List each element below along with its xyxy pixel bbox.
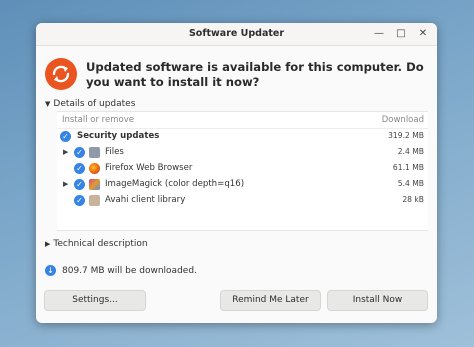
details-expander[interactable]: ▼ Details of updates: [45, 99, 135, 109]
minimize-icon[interactable]: —: [373, 28, 385, 40]
item-label: Files: [105, 147, 124, 157]
item-label: Avahi client library: [105, 195, 186, 205]
column-install: Install or remove: [62, 115, 134, 125]
technical-expander[interactable]: ▶ Technical description: [45, 239, 148, 249]
maximize-icon[interactable]: □: [395, 28, 407, 40]
item-size: 2.4 MB: [397, 147, 424, 156]
title-bar[interactable]: Software Updater — □ ✕: [36, 23, 437, 46]
checkbox[interactable]: ✓: [74, 147, 85, 158]
list-item[interactable]: ▶ ✓ ImageMagick (color depth=q16) 5.4 MB: [57, 177, 428, 193]
download-icon: ↓: [45, 265, 56, 276]
group-label: Security updates: [77, 131, 160, 141]
expand-arrow-icon[interactable]: ▶: [63, 180, 68, 188]
folder-icon: [89, 147, 100, 158]
item-label: Firefox Web Browser: [105, 163, 193, 173]
item-size: 5.4 MB: [397, 179, 424, 188]
checkbox[interactable]: ✓: [74, 179, 85, 190]
package-icon: [89, 195, 100, 206]
expand-arrow-icon[interactable]: ▶: [63, 148, 68, 156]
close-icon[interactable]: ✕: [417, 28, 429, 40]
list-item[interactable]: ✓ Avahi client library 28 kB: [57, 193, 428, 209]
technical-label: Technical description: [53, 239, 148, 249]
updater-window: Software Updater — □ ✕ Updated software …: [36, 23, 437, 323]
list-item[interactable]: ✓ Firefox Web Browser 61.1 MB: [57, 161, 428, 177]
column-download: Download: [381, 115, 424, 125]
list-header: Install or remove Download: [57, 112, 428, 129]
list-item[interactable]: ▶ ✓ Files 2.4 MB: [57, 145, 428, 161]
checkbox-security[interactable]: ✓: [60, 131, 71, 142]
download-size-text: 809.7 MB will be downloaded.: [62, 265, 197, 276]
updates-list[interactable]: Install or remove Download ✓ Security up…: [57, 111, 428, 231]
imagemagick-icon: [89, 179, 100, 190]
download-info: ↓ 809.7 MB will be downloaded.: [45, 265, 197, 276]
install-now-button[interactable]: Install Now: [327, 290, 428, 311]
triangle-down-icon: ▼: [45, 100, 51, 108]
group-size: 319.2 MB: [388, 131, 424, 140]
details-label: Details of updates: [53, 99, 136, 109]
item-label: ImageMagick (color depth=q16): [105, 179, 245, 189]
checkbox[interactable]: ✓: [74, 195, 85, 206]
software-updater-icon: [45, 58, 77, 90]
checkbox[interactable]: ✓: [74, 163, 85, 174]
item-size: 28 kB: [402, 195, 424, 204]
update-message: Updated software is available for this c…: [86, 60, 424, 89]
group-row-security[interactable]: ✓ Security updates 319.2 MB: [57, 129, 428, 145]
item-size: 61.1 MB: [392, 163, 424, 172]
remind-later-button[interactable]: Remind Me Later: [220, 290, 321, 311]
triangle-right-icon: ▶: [45, 240, 51, 248]
header: Updated software is available for this c…: [44, 57, 429, 97]
firefox-icon: [89, 163, 100, 174]
settings-button[interactable]: Settings...: [44, 290, 146, 311]
